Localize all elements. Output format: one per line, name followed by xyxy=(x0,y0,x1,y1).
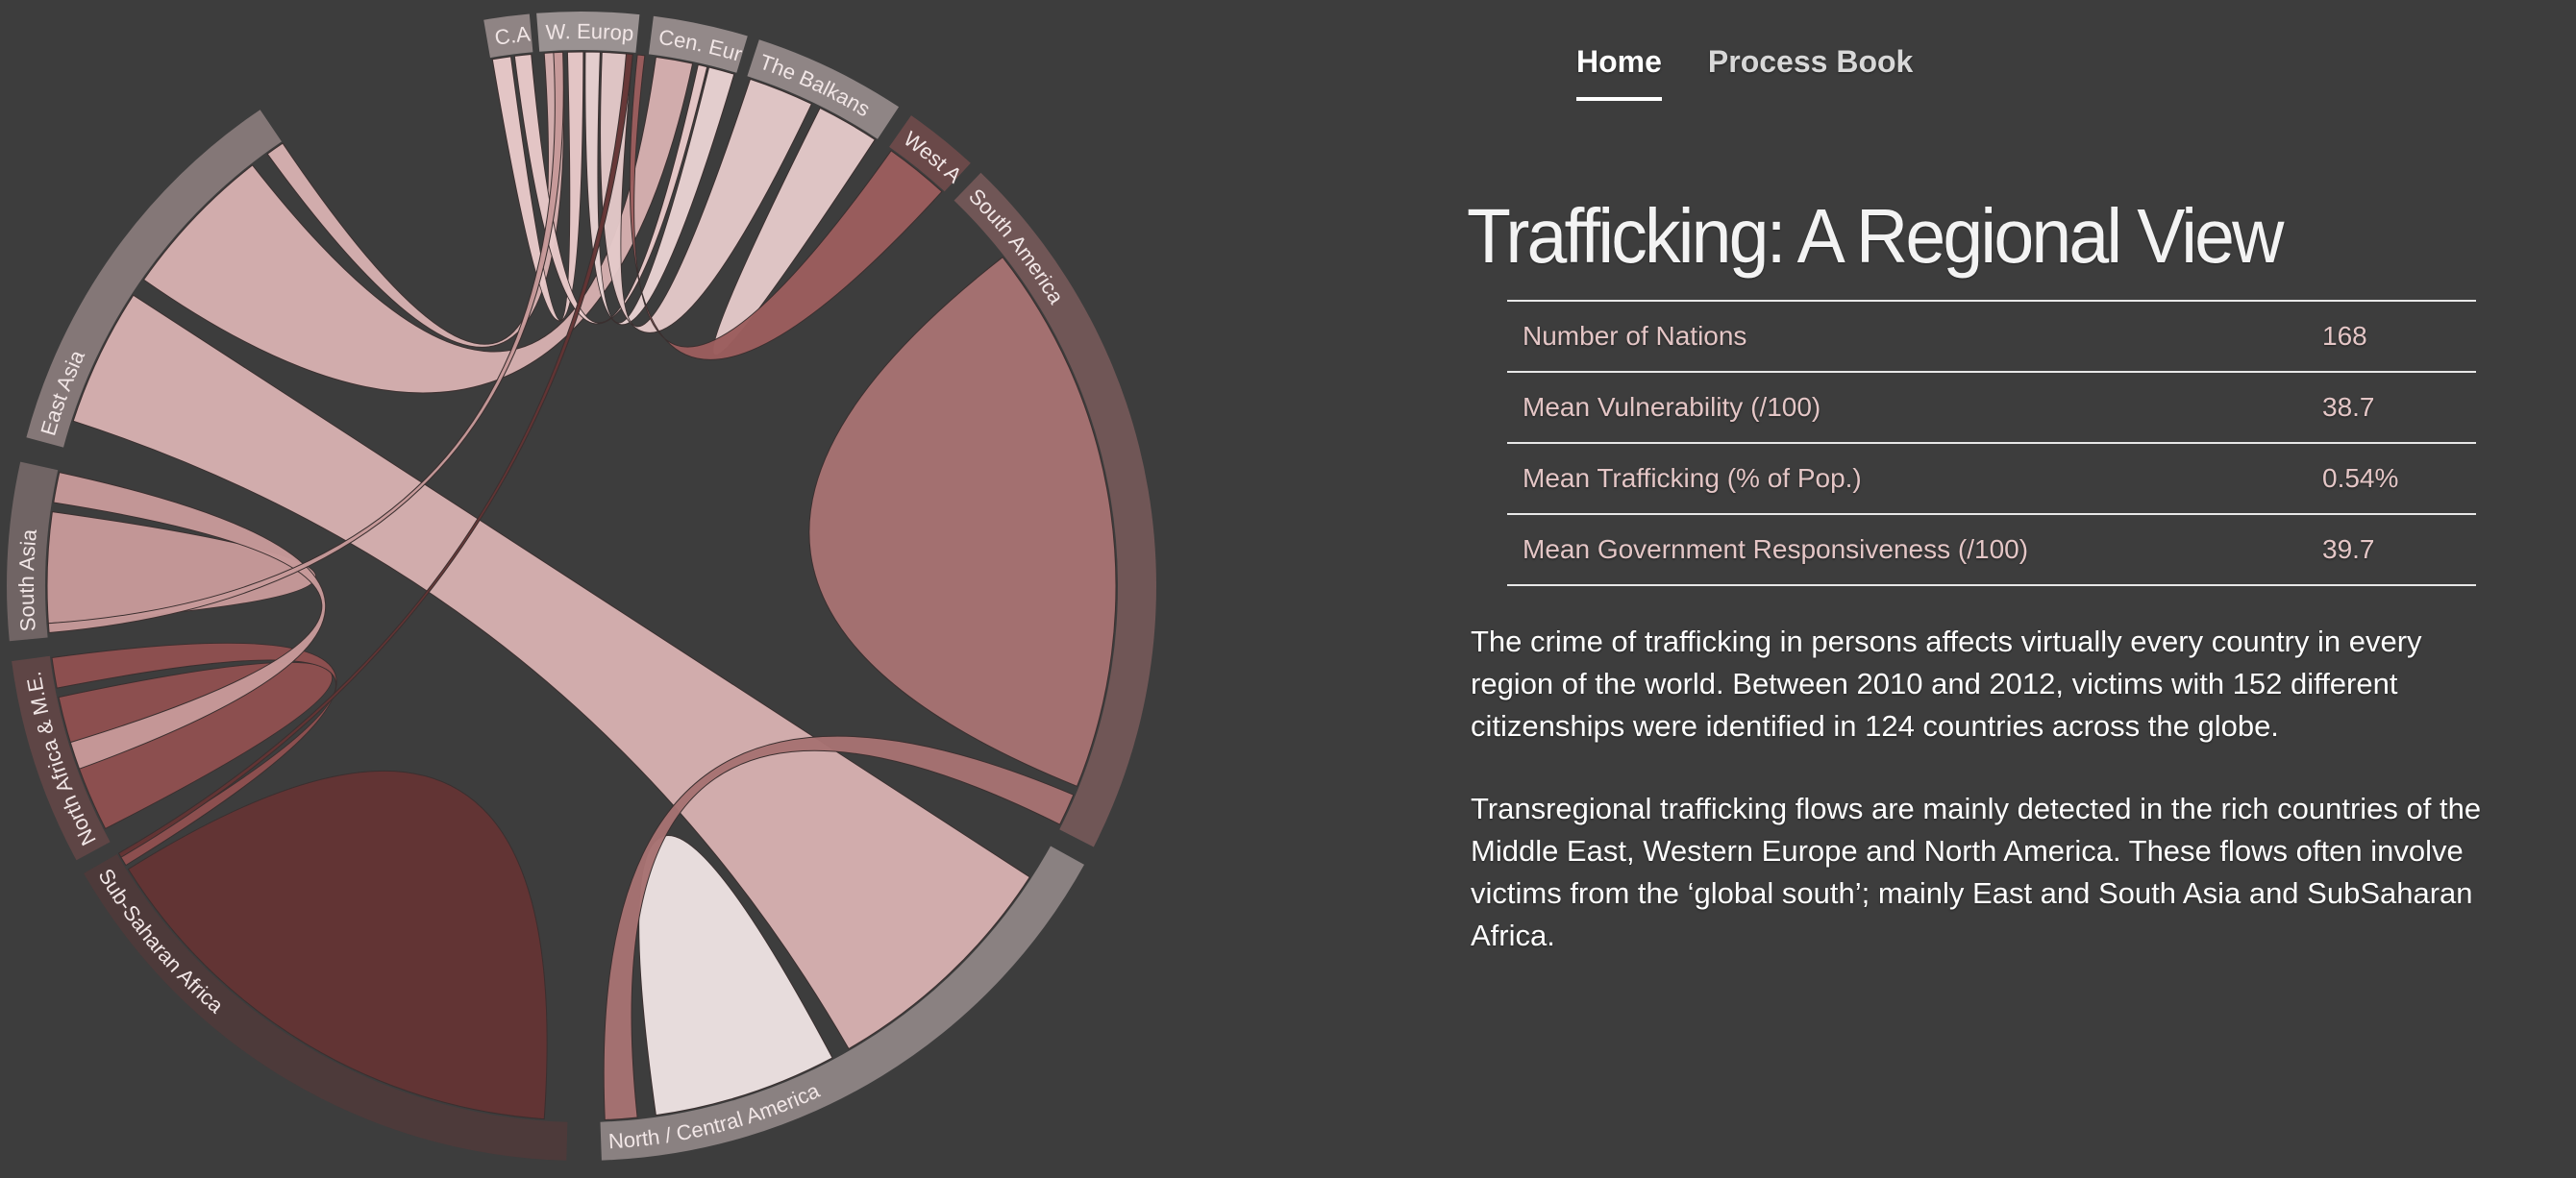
stat-value: 0.54% xyxy=(2307,443,2476,515)
stats-table: Number of Nations 168 Mean Vulnerability… xyxy=(1507,300,2476,586)
stats-row-trafficking: Mean Trafficking (% of Pop.) 0.54% xyxy=(1507,443,2476,515)
stats-row-vulnerability: Mean Vulnerability (/100) 38.7 xyxy=(1507,372,2476,444)
stat-value: 38.7 xyxy=(2307,372,2476,444)
nav-process-book-link[interactable]: Process Book xyxy=(1708,44,1913,101)
region-label: South Asia xyxy=(14,528,41,632)
region-label: C.Asia xyxy=(0,0,532,50)
stat-value: 168 xyxy=(2307,301,2476,373)
description-paragraph: Transregional trafficking flows are main… xyxy=(1471,792,2482,952)
stat-value: 39.7 xyxy=(2307,514,2476,586)
chord-diagram-svg: C.AsiaW. EuropeCen. EuropeThe BalkansWes… xyxy=(0,0,1157,1161)
description-paragraph: The crime of trafficking in persons affe… xyxy=(1471,625,2422,743)
nav-home-link[interactable]: Home xyxy=(1576,44,1662,101)
stat-label: Mean Vulnerability (/100) xyxy=(1507,372,2307,444)
stats-row-government: Mean Government Responsiveness (/100) 39… xyxy=(1507,514,2476,586)
chord-ribbons xyxy=(46,51,1117,1121)
page-title: Trafficking: A Regional View xyxy=(1467,193,2284,279)
top-nav: Home Process Book xyxy=(1576,44,1913,101)
description: The crime of trafficking in persons affe… xyxy=(1471,621,2489,997)
stat-label: Mean Trafficking (% of Pop.) xyxy=(1507,443,2307,515)
stat-label: Number of Nations xyxy=(1507,301,2307,373)
chord-diagram: C.AsiaW. EuropeCen. EuropeThe BalkansWes… xyxy=(0,0,1211,1178)
stat-label: Mean Government Responsiveness (/100) xyxy=(1507,514,2307,586)
stats-row-nations: Number of Nations 168 xyxy=(1507,301,2476,373)
